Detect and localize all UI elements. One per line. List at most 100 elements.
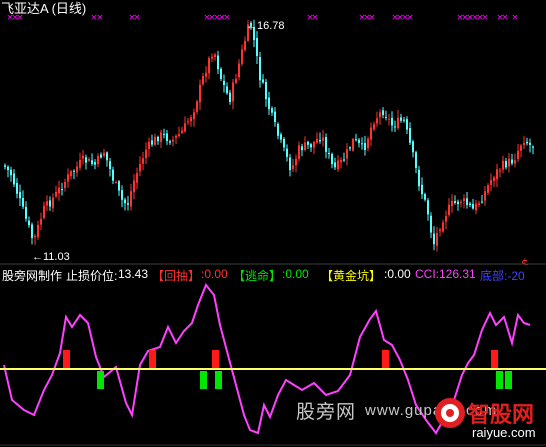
candle xyxy=(412,139,414,158)
candle xyxy=(424,192,426,202)
candle-body xyxy=(37,224,39,238)
candle xyxy=(358,138,360,148)
candle-body xyxy=(472,204,474,209)
candle-body xyxy=(442,222,444,232)
candle-body xyxy=(79,160,81,168)
x-signal-marker-icon: × xyxy=(311,13,319,23)
candle xyxy=(88,157,90,162)
candle xyxy=(130,183,132,211)
candle xyxy=(142,151,144,171)
candle xyxy=(487,183,489,196)
candle xyxy=(307,140,309,150)
candle xyxy=(136,167,138,190)
candle xyxy=(439,227,441,237)
x-signal-marker-icon: × xyxy=(96,13,104,23)
candle xyxy=(388,113,390,126)
candle xyxy=(205,66,207,83)
candle xyxy=(145,142,147,165)
candle xyxy=(193,108,195,127)
candle xyxy=(55,185,57,199)
candle-body xyxy=(232,82,234,102)
candle xyxy=(373,121,375,132)
candle xyxy=(304,136,306,152)
candle-body xyxy=(334,162,336,168)
candle-body xyxy=(301,146,303,151)
candle-body xyxy=(409,128,411,143)
candlestick-chart[interactable]: ××× ×× ×× ××××× ×× ××× ×××× ×××××× ×× ×$ xyxy=(0,0,546,265)
candle xyxy=(211,53,213,62)
candle xyxy=(499,167,501,178)
candle xyxy=(187,117,189,126)
candle xyxy=(427,197,429,221)
watermark-logo: 智股网 raiyue.com xyxy=(432,395,542,445)
indicator-panel[interactable]: 股旁网制作 止损价位: 13.43 【回抽】 :0.00 【逃命】 :0.00 … xyxy=(0,265,546,447)
candle xyxy=(271,106,273,116)
candle xyxy=(208,56,210,80)
candle-body xyxy=(235,78,237,83)
candle xyxy=(418,165,420,191)
candle xyxy=(514,153,516,168)
candle-body xyxy=(7,166,9,171)
candle-body xyxy=(91,160,93,164)
candle xyxy=(7,165,9,178)
candle-body xyxy=(61,189,63,191)
candle xyxy=(460,199,462,208)
candle xyxy=(124,197,126,211)
candle xyxy=(379,109,381,125)
candle xyxy=(292,159,294,172)
indicator-name: 股旁网制作 xyxy=(2,269,63,283)
candle xyxy=(346,143,348,166)
candle xyxy=(430,212,432,239)
high-price-value: 16.78 xyxy=(257,20,285,32)
candle-body xyxy=(220,68,222,80)
escape-label: 【逃命】 xyxy=(233,269,282,283)
candle-body xyxy=(316,138,318,143)
candle xyxy=(364,135,366,156)
candle xyxy=(22,190,24,210)
candle xyxy=(520,143,522,158)
candle xyxy=(457,199,459,211)
candle xyxy=(94,159,96,170)
candle xyxy=(532,145,534,155)
candle-body xyxy=(109,161,111,170)
candle-body xyxy=(418,169,420,187)
candle-body xyxy=(172,139,174,142)
candle-body xyxy=(148,141,150,149)
candle-body xyxy=(388,118,390,120)
candle-body xyxy=(307,141,309,145)
candle-body xyxy=(367,138,369,149)
candle-body xyxy=(457,201,459,205)
candle-body xyxy=(445,216,447,222)
candle-body xyxy=(130,191,132,207)
candle xyxy=(49,196,51,211)
candle-body xyxy=(142,158,144,164)
candle-body xyxy=(46,201,48,206)
candle-body xyxy=(262,79,264,83)
candle xyxy=(322,130,324,147)
candle-body xyxy=(460,201,462,203)
candle xyxy=(73,169,75,179)
bottom-value: 底部:-20 xyxy=(480,269,525,283)
price-panel[interactable]: × × × × × × × × × × × × × × × × × × × × × × × × × × × × × × $ 飞亚达A (日线… xyxy=(0,0,546,265)
logo-icon xyxy=(435,398,465,428)
candle xyxy=(109,157,111,177)
chart-title: 飞亚达A (日线) xyxy=(1,1,87,16)
candle xyxy=(148,137,150,157)
candle xyxy=(370,122,372,146)
candle xyxy=(82,149,84,165)
candle xyxy=(19,184,21,207)
candle-body xyxy=(184,123,186,132)
candle-body xyxy=(469,203,471,206)
candle-body xyxy=(274,111,276,123)
candle xyxy=(151,134,153,147)
candle-body xyxy=(22,198,24,207)
candle-body xyxy=(502,160,504,170)
candle-body xyxy=(64,181,66,189)
candle xyxy=(361,137,363,150)
candle xyxy=(217,50,219,74)
candle-body xyxy=(406,119,408,130)
candle-body xyxy=(532,146,534,148)
candle-body xyxy=(157,136,159,142)
candle-body xyxy=(427,200,429,215)
candle xyxy=(229,89,231,105)
